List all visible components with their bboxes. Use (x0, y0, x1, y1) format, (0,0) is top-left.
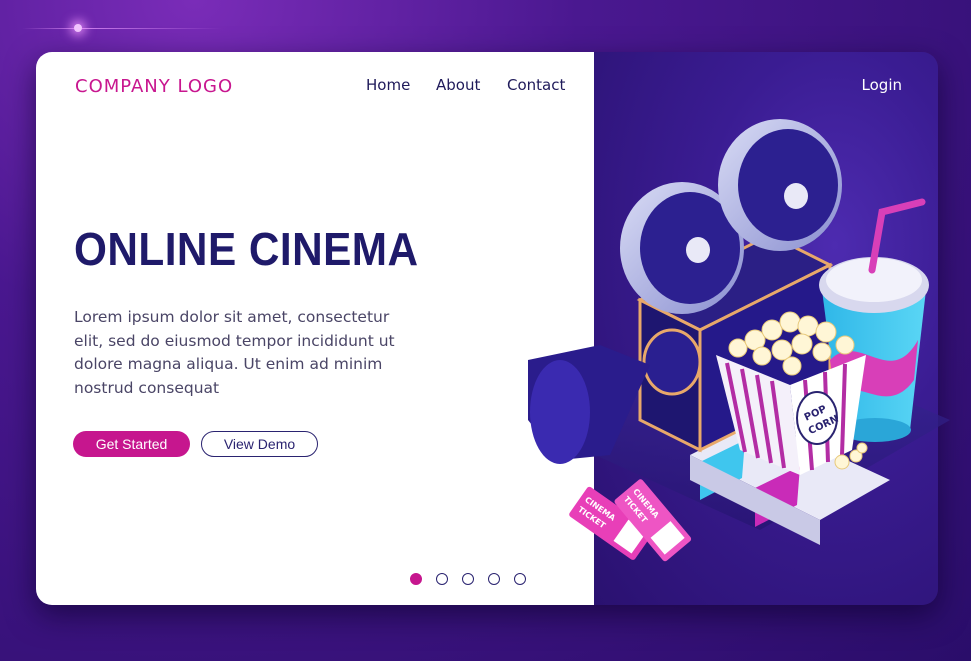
carousel-dot-1[interactable] (410, 573, 422, 585)
view-demo-button[interactable]: View Demo (201, 431, 318, 457)
nav-about-link[interactable]: About (436, 76, 480, 94)
illustration-panel: Login (594, 52, 938, 605)
landing-card: COMPANY LOGO Home About Contact ONLINE C… (36, 52, 938, 605)
nav-home-link[interactable]: Home (366, 76, 410, 94)
decorative-glow-line (22, 28, 222, 29)
login-link[interactable]: Login (862, 76, 902, 94)
hero-title: ONLINE CINEMA (74, 223, 419, 275)
nav-contact-link[interactable]: Contact (507, 76, 565, 94)
hero-description: Lorem ipsum dolor sit amet, consectetur … (74, 308, 395, 397)
carousel-dot-3[interactable] (462, 573, 474, 585)
carousel-dot-4[interactable] (488, 573, 500, 585)
company-logo[interactable]: COMPANY LOGO (75, 76, 233, 97)
carousel-dot-2[interactable] (436, 573, 448, 585)
content-panel: COMPANY LOGO Home About Contact ONLINE C… (36, 52, 594, 605)
get-started-button[interactable]: Get Started (73, 431, 190, 457)
decorative-glow-dot (74, 24, 82, 32)
carousel-dot-5[interactable] (514, 573, 526, 585)
carousel-pagination (410, 573, 526, 585)
